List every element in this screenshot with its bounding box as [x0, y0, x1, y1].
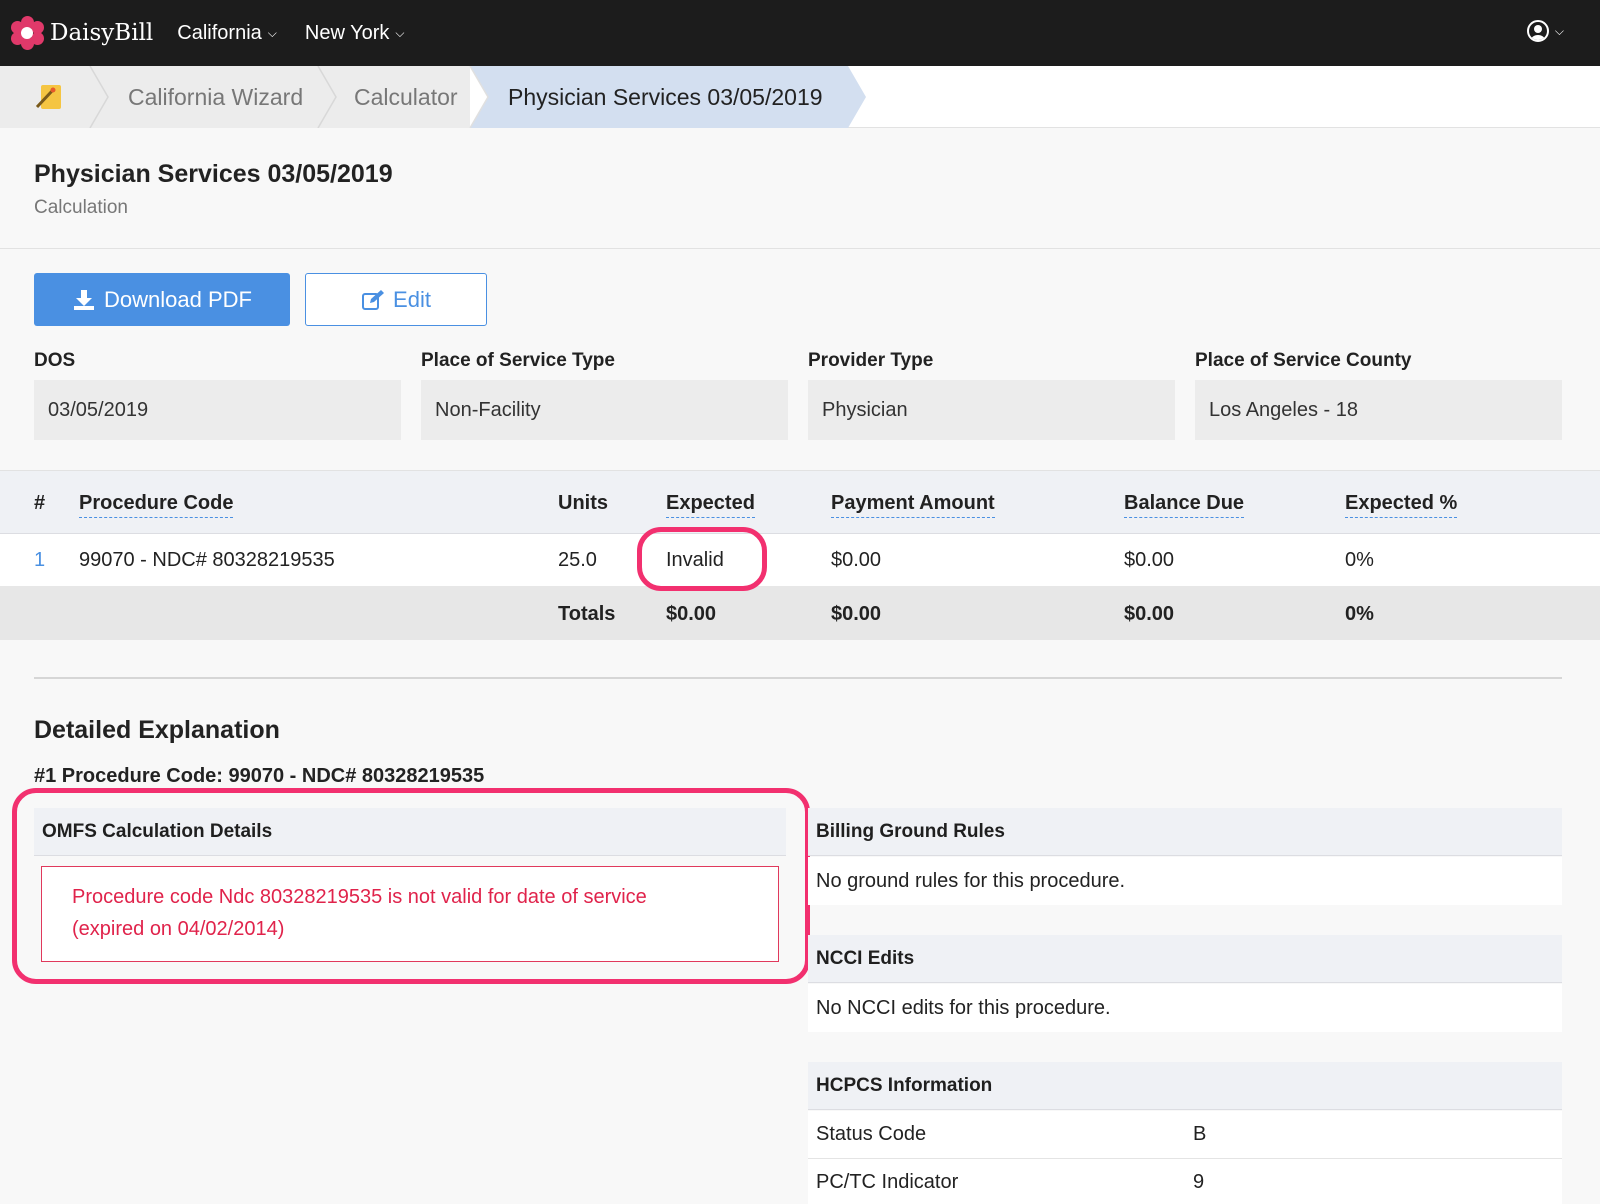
column-header-payment-amount[interactable]: Payment Amount — [831, 492, 995, 518]
edit-button[interactable]: Edit — [305, 273, 487, 326]
hcpcs-value: 9 — [1193, 1171, 1205, 1193]
breadcrumb-item-calculator[interactable]: Calculator — [354, 66, 458, 128]
row-expected-pct: 0% — [1345, 549, 1374, 571]
chevron-down-icon: ⌵ — [395, 25, 405, 40]
place-of-service-county-label: Place of Service County — [1195, 350, 1412, 371]
hcpcs-information-header: HCPCS Information — [808, 1062, 1562, 1110]
row-balance-due: $0.00 — [1124, 549, 1175, 571]
dos-label: DOS — [34, 350, 76, 371]
dos-value: 03/05/2019 — [34, 380, 401, 440]
download-pdf-label: Download PDF — [104, 286, 252, 312]
place-of-service-type-label: Place of Service Type — [421, 350, 615, 371]
totals-balance-due: $0.00 — [1124, 603, 1175, 625]
wizard-wand-icon[interactable] — [34, 83, 64, 111]
column-header-procedure-code[interactable]: Procedure Code — [79, 492, 234, 518]
billing-ground-rules-text: No ground rules for this procedure. — [808, 857, 1562, 905]
divider — [0, 248, 1600, 249]
place-of-service-county-value: Los Angeles - 18 — [1195, 380, 1562, 440]
breadcrumb-item-california-wizard[interactable]: California Wizard — [128, 66, 303, 128]
totals-expected: $0.00 — [666, 603, 717, 625]
place-of-service-type-value: Non-Facility — [421, 380, 788, 440]
omfs-highlight-annotation — [12, 788, 810, 984]
hcpcs-row-status-code: Status Code B — [808, 1111, 1562, 1159]
column-header-num: # — [34, 492, 46, 514]
hcpcs-key: PC/TC Indicator — [816, 1171, 959, 1193]
download-pdf-button[interactable]: Download PDF — [34, 273, 290, 326]
column-header-expected-pct[interactable]: Expected % — [1345, 492, 1458, 518]
brand-name: DaisyBill — [50, 20, 154, 46]
page-subtitle: Calculation — [34, 197, 128, 218]
provider-type-value: Physician — [808, 380, 1175, 440]
nav-menu-new-york[interactable]: New York ⌵ — [305, 22, 405, 45]
hcpcs-row-pc-tc-indicator: PC/TC Indicator 9 — [808, 1159, 1562, 1204]
row-index-link[interactable]: 1 — [34, 549, 45, 572]
page-title: Physician Services 03/05/2019 — [34, 160, 393, 188]
edit-label: Edit — [393, 286, 431, 312]
totals-payment-amount: $0.00 — [831, 603, 882, 625]
column-header-units: Units — [558, 492, 608, 514]
divider — [34, 677, 1562, 679]
row-payment-amount: $0.00 — [831, 549, 882, 571]
breadcrumb: California Wizard Calculator Physician S… — [0, 66, 1600, 128]
column-header-balance-due[interactable]: Balance Due — [1124, 492, 1245, 518]
chevron-down-icon: ⌵ — [267, 25, 277, 40]
nav-menu-label: New York — [304, 21, 390, 44]
billing-ground-rules-header: Billing Ground Rules — [808, 808, 1562, 856]
breadcrumb-item-current: Physician Services 03/05/2019 — [508, 83, 823, 110]
totals-label: Totals — [558, 603, 616, 625]
column-header-expected[interactable]: Expected — [666, 492, 755, 518]
ncci-edits-header: NCCI Edits — [808, 935, 1562, 983]
user-menu[interactable]: ⌵ — [1526, 20, 1564, 42]
detailed-explanation-title: Detailed Explanation — [34, 716, 280, 744]
invalid-highlight-annotation — [637, 527, 767, 591]
user-icon — [1526, 20, 1549, 42]
ncci-edits-text: No NCCI edits for this procedure. — [808, 984, 1562, 1032]
row-procedure-code: 99070 - NDC# 80328219535 — [79, 549, 335, 571]
chevron-down-icon: ⌵ — [1554, 23, 1564, 38]
nav-menu-label: California — [177, 21, 262, 44]
provider-type-label: Provider Type — [808, 350, 934, 371]
row-units: 25.0 — [558, 549, 597, 571]
hcpcs-value: B — [1193, 1123, 1207, 1145]
daisy-logo-icon — [10, 16, 44, 50]
procedure-code-heading: #1 Procedure Code: 99070 - NDC# 80328219… — [34, 765, 485, 787]
edit-icon — [362, 289, 385, 310]
logo[interactable]: DaisyBill — [10, 16, 153, 50]
hcpcs-key: Status Code — [816, 1123, 927, 1145]
download-icon — [74, 289, 95, 310]
top-nav: DaisyBill California ⌵ New York ⌵ ⌵ — [0, 0, 1600, 66]
totals-expected-pct: 0% — [1345, 603, 1374, 625]
nav-menu-california[interactable]: California ⌵ — [177, 22, 277, 45]
